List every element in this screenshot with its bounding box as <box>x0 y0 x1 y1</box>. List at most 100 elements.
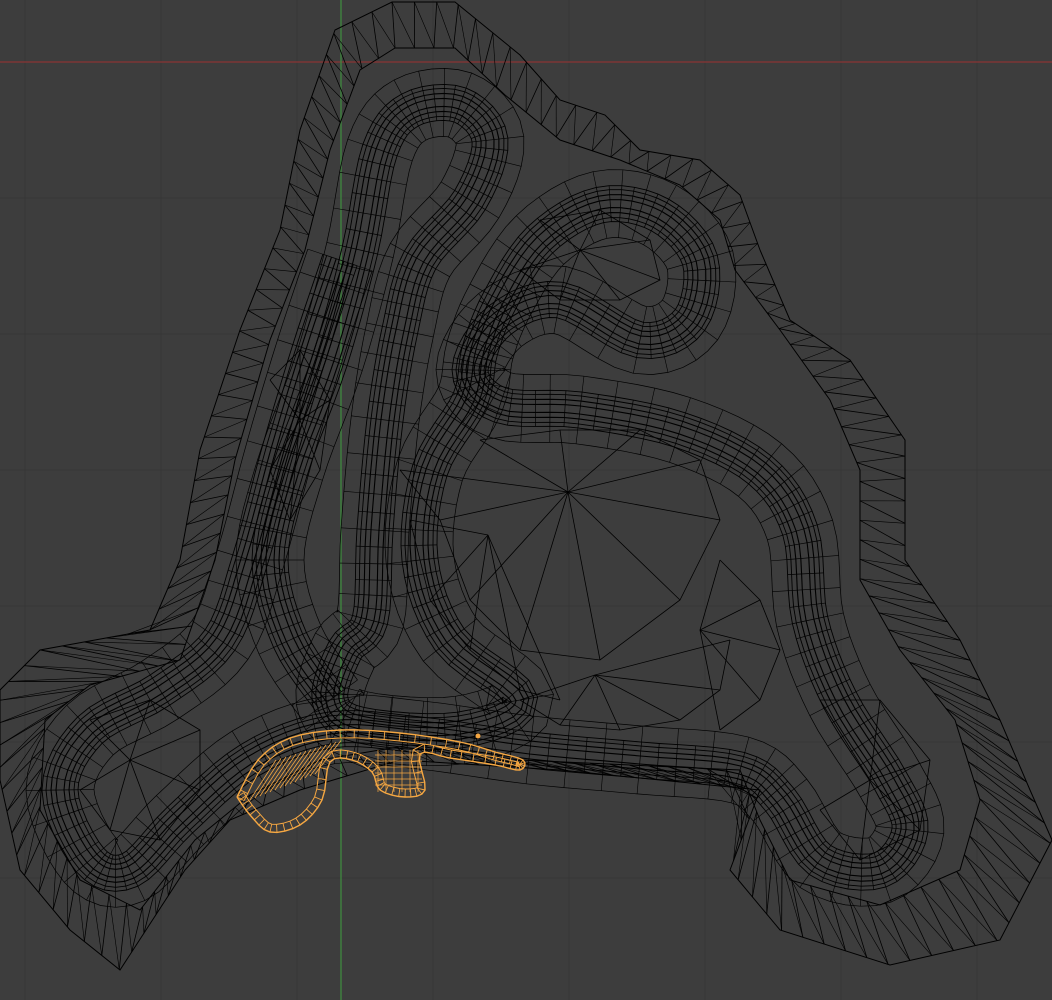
object-origin-dot[interactable] <box>475 733 481 739</box>
runoff-edge <box>771 443 782 457</box>
runoff-edge <box>441 375 458 380</box>
terrain-edge <box>888 629 971 661</box>
pit-building-edge <box>282 823 286 832</box>
runoff-edge <box>120 834 133 846</box>
terrain-edge <box>453 4 459 49</box>
terrain-edge <box>510 62 527 101</box>
track-cross-edge <box>796 628 832 640</box>
runoff-edge <box>822 555 839 557</box>
track-cross-edge <box>671 312 697 340</box>
runoff-edge <box>259 775 269 790</box>
runoff-edge <box>791 465 804 477</box>
track-cross-edge <box>592 394 599 431</box>
runoff-edge <box>288 304 305 311</box>
pit-building-mesh[interactable] <box>236 729 526 834</box>
runoff-edge <box>239 524 256 529</box>
runoff-edge <box>437 530 454 533</box>
runoff-edge <box>177 774 190 787</box>
runoff-edge <box>766 748 776 763</box>
runoff-edge <box>844 660 860 667</box>
track-cross-edge <box>358 158 394 168</box>
runoff-edge <box>437 555 454 559</box>
runoff-edge <box>274 673 289 683</box>
terrain-edge <box>142 906 145 934</box>
runoff-edge <box>248 620 264 627</box>
runoff-edge <box>597 344 606 359</box>
runoff-edge <box>137 886 146 901</box>
terrain-edge <box>208 819 221 844</box>
infield-edge <box>579 209 601 251</box>
runoff-edge <box>191 689 202 704</box>
runoff-edge <box>422 308 439 313</box>
runoff-edge <box>92 823 107 833</box>
runoff-edge <box>796 680 812 688</box>
terrain-edge <box>841 426 902 436</box>
runoff-edge <box>458 314 472 325</box>
runoff-edge <box>66 705 78 718</box>
track-cross-edge <box>104 854 114 891</box>
track-cross-edge <box>471 146 508 151</box>
terrain-edge <box>311 96 341 123</box>
runoff-edge <box>457 453 472 463</box>
terrain-edge <box>284 777 305 789</box>
terrain-edge <box>0 681 103 701</box>
infield-edge <box>567 491 721 521</box>
track-cross-edge <box>682 288 719 295</box>
runoff-edge <box>451 600 467 608</box>
runoff-edge <box>641 726 644 743</box>
terrain-edge <box>791 880 804 938</box>
runoff-edge <box>490 360 506 368</box>
terrain-edge <box>902 894 933 956</box>
track-cross-edge <box>379 339 415 348</box>
track-cross-edge <box>715 431 732 464</box>
track-cross-edge <box>782 524 818 536</box>
runoff-edge <box>339 171 356 176</box>
terrain-edge <box>232 351 264 364</box>
terrain-edge <box>859 478 906 482</box>
terrain-edge <box>790 335 815 345</box>
runoff-edge <box>297 506 314 512</box>
runoff-edge <box>247 492 264 498</box>
terrain-edge <box>218 381 258 395</box>
track-cross-edge <box>252 482 288 492</box>
runoff-edge <box>398 457 415 460</box>
runoff-edge <box>443 339 459 347</box>
pit-building-edge <box>367 761 374 769</box>
runoff-edge <box>393 79 402 95</box>
3d-viewport[interactable] <box>0 0 1052 1000</box>
pit-building-edge <box>345 750 349 759</box>
track-cross-edge <box>760 781 788 806</box>
pit-building-edge <box>258 819 265 826</box>
terrain-edge <box>733 263 767 266</box>
runoff-edge <box>646 174 652 191</box>
terrain-edge <box>204 419 247 438</box>
runoff-edge <box>562 266 567 283</box>
viewport-canvas[interactable] <box>0 0 1052 1000</box>
runoff-edge <box>231 730 241 745</box>
runoff-edge <box>830 832 841 846</box>
track-cross-edge <box>489 281 522 300</box>
runoff-edge <box>538 268 553 279</box>
runoff-edge <box>410 131 422 144</box>
track-cross-edge <box>670 221 698 247</box>
track-cross-edge <box>342 245 378 255</box>
track-cross-edge <box>357 528 393 532</box>
terrain-edge <box>812 375 864 381</box>
terrain-edge <box>62 645 159 667</box>
terrain-edge <box>573 105 577 145</box>
terrain-edge <box>859 480 906 502</box>
track-cross-edge <box>649 322 652 359</box>
runoff-edge <box>267 372 283 378</box>
runoff-edge <box>876 826 893 829</box>
pit-building-edge <box>254 758 282 799</box>
track-cross-edge <box>563 390 567 427</box>
track-cross-edge <box>406 712 410 749</box>
terrain-edge <box>198 437 242 459</box>
terrain-edge <box>391 1 415 49</box>
track-cross-edge <box>847 853 854 890</box>
terrain-edge <box>833 408 889 417</box>
track-cross-edge <box>382 325 418 335</box>
track-mesh[interactable] <box>25 68 945 908</box>
track-cross-edge <box>200 775 226 803</box>
runoff-edge <box>386 561 403 565</box>
